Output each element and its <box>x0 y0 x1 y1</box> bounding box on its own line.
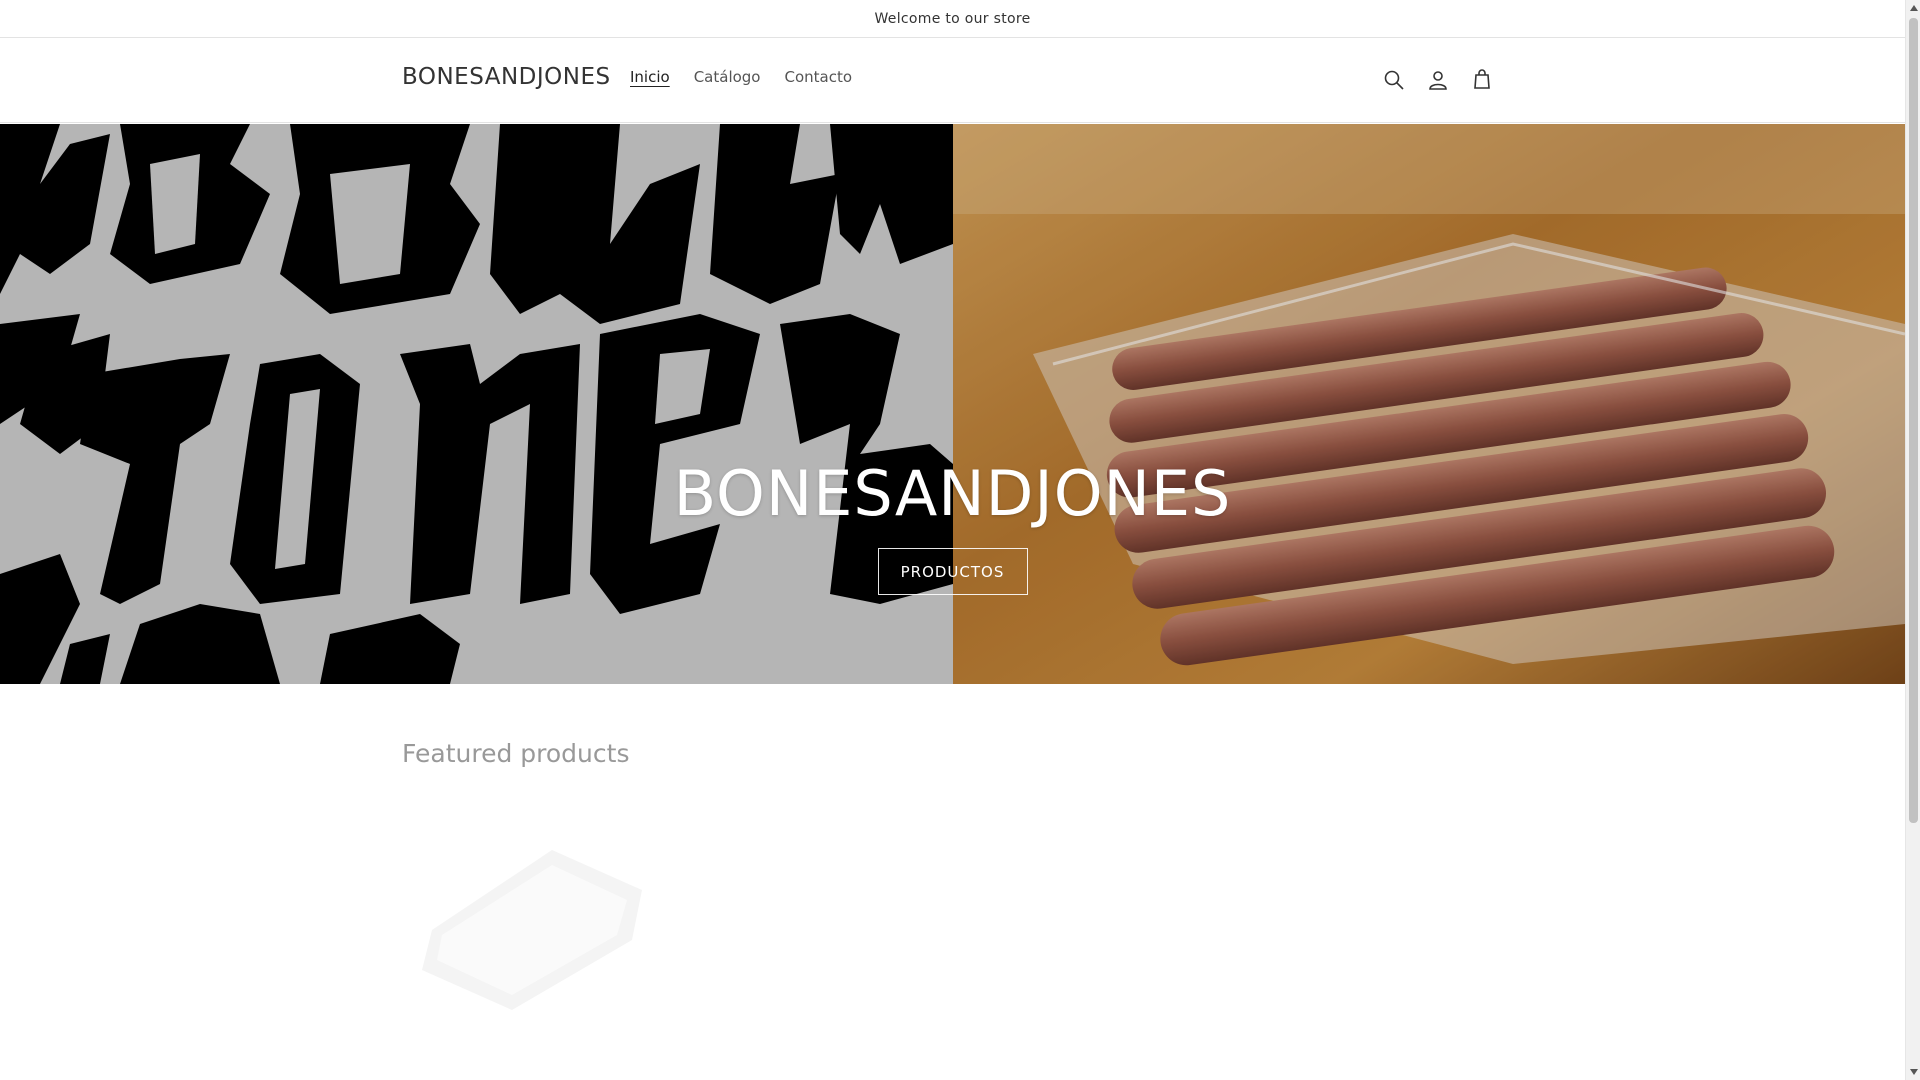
hero-banner: BONESANDJONES PRODUCTOS <box>0 124 1905 684</box>
announcement-text: Welcome to our store <box>874 10 1031 27</box>
nav-item-catalogo[interactable]: Catálogo <box>694 68 761 86</box>
page: Welcome to our store BONESANDJONES Inici… <box>0 0 1905 1080</box>
search-button[interactable] <box>1372 60 1416 100</box>
product-card[interactable] <box>402 810 660 1020</box>
product-image <box>422 850 642 1010</box>
scroll-up-arrow-icon[interactable] <box>1906 0 1920 16</box>
nav-item-inicio[interactable]: Inicio <box>630 68 670 86</box>
hero-title: BONESANDJONES <box>673 457 1232 530</box>
featured-products-heading: Featured products <box>402 739 630 768</box>
productos-button[interactable]: PRODUCTOS <box>877 548 1028 595</box>
main-nav: Inicio Catálogo Contacto <box>620 68 876 86</box>
header-icons <box>1372 60 1504 100</box>
nav-item-contacto[interactable]: Contacto <box>785 68 853 86</box>
account-icon <box>1429 71 1447 90</box>
cart-icon <box>1474 69 1490 89</box>
scroll-down-arrow-icon[interactable] <box>1906 1064 1920 1080</box>
search-icon <box>1384 70 1404 90</box>
announcement-bar: Welcome to our store <box>0 0 1905 38</box>
hero-content: BONESANDJONES PRODUCTOS <box>0 124 1905 684</box>
scroll-thumb[interactable] <box>1909 18 1918 823</box>
store-logo[interactable]: BONESANDJONES <box>402 64 611 90</box>
vertical-scrollbar[interactable] <box>1905 0 1920 1080</box>
cart-button[interactable] <box>1460 60 1504 100</box>
site-header: BONESANDJONES Inicio Catálogo Contacto <box>0 38 1905 123</box>
account-button[interactable] <box>1416 60 1460 100</box>
